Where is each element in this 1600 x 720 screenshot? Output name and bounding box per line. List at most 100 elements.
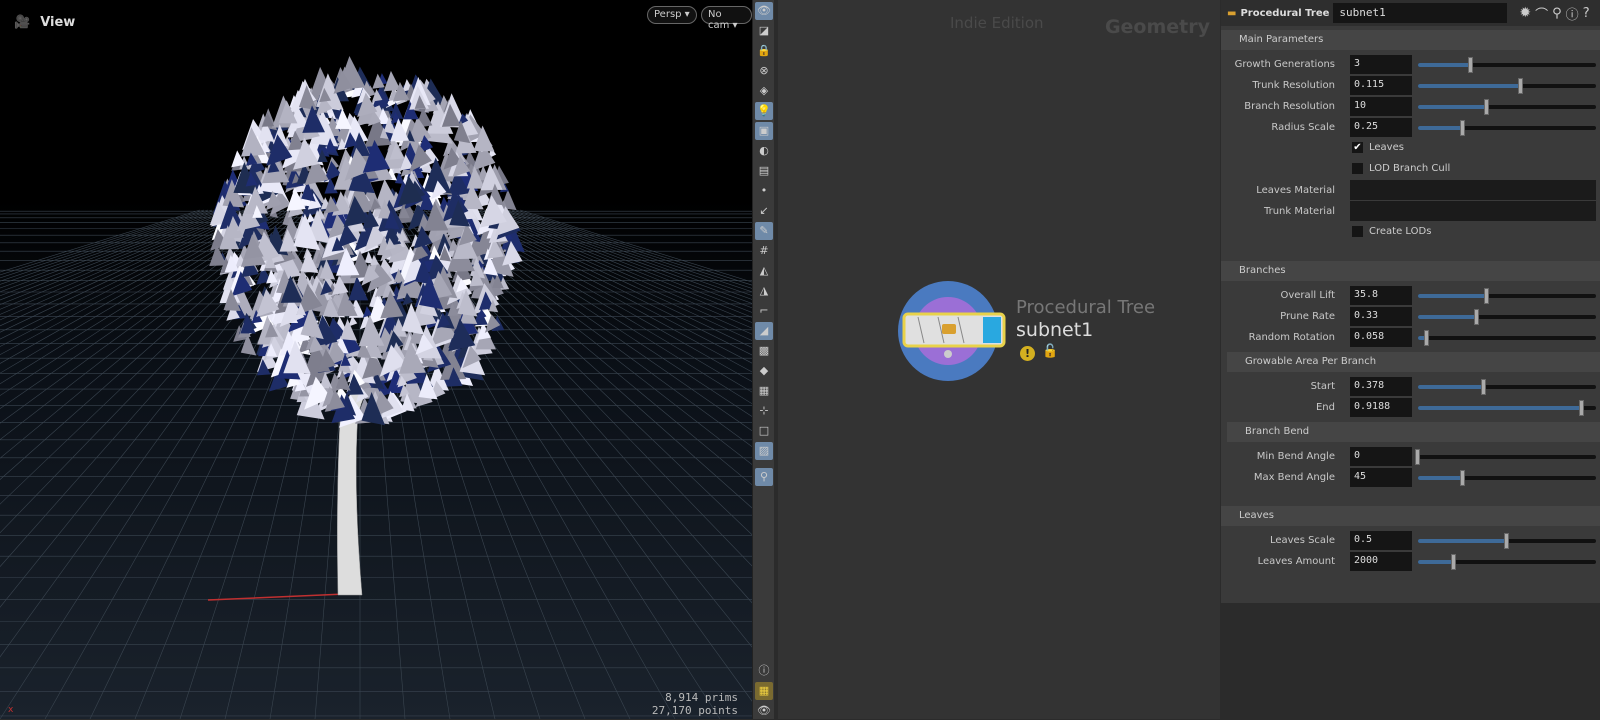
slider-handle[interactable]	[1468, 57, 1474, 73]
slider-handle[interactable]	[1480, 379, 1486, 395]
param-label: Branch Resolution	[1244, 101, 1335, 112]
snap-icon[interactable]: ⊗	[755, 62, 773, 80]
network-editor[interactable]: Indie Edition Geometry Procedural Tree s…	[778, 0, 1220, 719]
section-branches[interactable]: Branches	[1221, 261, 1600, 281]
pin-icon[interactable]: ⚲	[755, 468, 773, 486]
corner-icon[interactable]: ⌐	[755, 302, 773, 320]
slider-handle[interactable]	[1484, 99, 1490, 115]
slider-handle[interactable]	[1459, 120, 1465, 136]
leaves-amount-slider[interactable]	[1418, 554, 1596, 570]
slider-handle[interactable]	[1423, 330, 1429, 346]
param-trunk-resolution: Trunk Resolution 0.115	[1221, 75, 1600, 96]
slider-handle[interactable]	[1450, 554, 1456, 570]
display-icon[interactable]: ◈	[755, 82, 773, 100]
param-radius-scale: Radius Scale 0.25	[1221, 117, 1600, 138]
section-branch-bend[interactable]: Branch Bend	[1227, 422, 1600, 442]
eye-icon[interactable]: 👁	[755, 702, 773, 720]
growth-generations-field[interactable]: 3	[1350, 55, 1412, 74]
light-icon[interactable]: 💡	[755, 102, 773, 120]
persp-menu[interactable]: Persp ▾	[647, 6, 697, 24]
leaves-scale-slider[interactable]	[1418, 533, 1596, 549]
growth-generations-slider[interactable]	[1418, 57, 1596, 73]
help-icon[interactable]: ?	[1583, 6, 1590, 21]
param-label: Leaves Scale	[1269, 535, 1335, 546]
min-bend-angle-slider[interactable]	[1415, 449, 1596, 465]
leaves-amount-field[interactable]: 2000	[1350, 552, 1412, 571]
view-icon[interactable]: 👁	[755, 2, 773, 20]
leaves-material-field[interactable]: Leaves Material	[1221, 180, 1600, 201]
checker-icon[interactable]: ▩	[755, 342, 773, 360]
search-icon[interactable]: ⚲	[1552, 6, 1562, 21]
branch-resolution-slider[interactable]	[1418, 99, 1596, 115]
trunk-material-field[interactable]: Trunk Material	[1221, 201, 1600, 222]
radius-scale-slider[interactable]	[1418, 120, 1596, 136]
create-lods-toggle[interactable]: Create LODs	[1221, 222, 1600, 243]
slider-handle[interactable]	[1459, 470, 1465, 486]
brush-icon[interactable]: ⌒	[1535, 4, 1548, 23]
procedural-tree-node[interactable]	[898, 280, 1008, 390]
start-slider[interactable]	[1418, 379, 1596, 395]
uv-icon[interactable]: ▦	[755, 382, 773, 400]
random-rotation-field[interactable]: 0.058	[1350, 328, 1412, 347]
select-icon[interactable]: ◪	[755, 22, 773, 40]
number-icon[interactable]: #	[755, 242, 773, 260]
overall-lift-slider[interactable]	[1418, 288, 1596, 304]
warning-icon[interactable]: !	[1020, 346, 1035, 361]
node-name-input[interactable]: subnet1	[1333, 3, 1508, 23]
trunk-resolution-slider[interactable]	[1418, 78, 1596, 94]
wire-icon[interactable]: ◢	[755, 322, 773, 340]
section-leaves[interactable]: Leaves	[1221, 506, 1600, 526]
leaves-scale-field[interactable]: 0.5	[1350, 531, 1412, 550]
point-icon[interactable]: •	[755, 182, 773, 200]
branch-resolution-field[interactable]: 10	[1350, 97, 1412, 116]
transform-icon[interactable]: ◮	[755, 282, 773, 300]
normal-icon[interactable]: ↙	[755, 202, 773, 220]
paint-icon[interactable]: ◭	[755, 262, 773, 280]
prune-rate-slider[interactable]	[1418, 309, 1596, 325]
slider-handle[interactable]	[1578, 400, 1584, 416]
scene-canvas[interactable]: x	[0, 0, 752, 719]
lod-branch-cull-toggle[interactable]: LOD Branch Cull	[1221, 159, 1600, 180]
min-bend-angle-field[interactable]: 0	[1350, 447, 1412, 466]
lock-icon[interactable]: 🔒	[755, 42, 773, 60]
gear-icon[interactable]: ✹	[1519, 5, 1531, 21]
diamond-icon[interactable]: ◆	[755, 362, 773, 380]
brush-icon[interactable]: ✎	[755, 222, 773, 240]
param-label: Prune Rate	[1280, 311, 1335, 322]
end-slider[interactable]	[1418, 400, 1596, 416]
random-rotation-slider[interactable]	[1418, 330, 1596, 346]
section-growable-area[interactable]: Growable Area Per Branch	[1227, 352, 1600, 372]
leaves-toggle[interactable]: ✔ Leaves	[1221, 138, 1600, 159]
radius-scale-field[interactable]: 0.25	[1350, 118, 1412, 137]
trunk-resolution-field[interactable]: 0.115	[1350, 76, 1412, 95]
edition-watermark: Indie Edition	[950, 14, 1044, 32]
node-name-label[interactable]: subnet1	[1016, 319, 1093, 341]
max-bend-angle-field[interactable]: 45	[1350, 468, 1412, 487]
camera-tool-icon[interactable]: ▤	[755, 162, 773, 180]
slider-handle[interactable]	[1504, 533, 1509, 549]
section-main-parameters[interactable]: Main Parameters	[1221, 30, 1600, 50]
grid-layout-icon[interactable]: ▦	[755, 682, 773, 700]
start-field[interactable]: 0.378	[1350, 377, 1412, 396]
background-icon[interactable]: ▨	[755, 442, 773, 460]
slider-handle[interactable]	[1415, 449, 1420, 465]
slider-handle[interactable]	[1484, 288, 1490, 304]
slider-handle[interactable]	[1473, 309, 1479, 325]
param-max-bend-angle: Max Bend Angle 45	[1221, 467, 1600, 488]
prune-rate-field[interactable]: 0.33	[1350, 307, 1412, 326]
param-leaves-scale: Leaves Scale 0.5	[1221, 530, 1600, 551]
axis-icon[interactable]: ⊹	[755, 402, 773, 420]
slider-handle[interactable]	[1518, 78, 1524, 94]
shading-icon[interactable]: ▣	[755, 122, 773, 140]
overall-lift-field[interactable]: 35.8	[1350, 286, 1412, 305]
frame-icon[interactable]: □	[755, 422, 773, 440]
visibility-icon[interactable]: ◐	[755, 142, 773, 160]
camera-menu[interactable]: No cam ▾	[701, 6, 752, 31]
end-field[interactable]: 0.9188	[1350, 398, 1412, 417]
unlock-icon[interactable]: 🔓	[1042, 344, 1058, 359]
scene-viewport[interactable]: x 🎥 View Persp ▾ No cam ▾ 8,914 prims 27,1…	[0, 0, 752, 719]
max-bend-angle-slider[interactable]	[1418, 470, 1596, 486]
info-icon[interactable]: ⓘ	[1566, 4, 1579, 23]
info-icon[interactable]: ⓘ	[755, 662, 773, 680]
param-node-type: Procedural Tree	[1240, 7, 1330, 19]
